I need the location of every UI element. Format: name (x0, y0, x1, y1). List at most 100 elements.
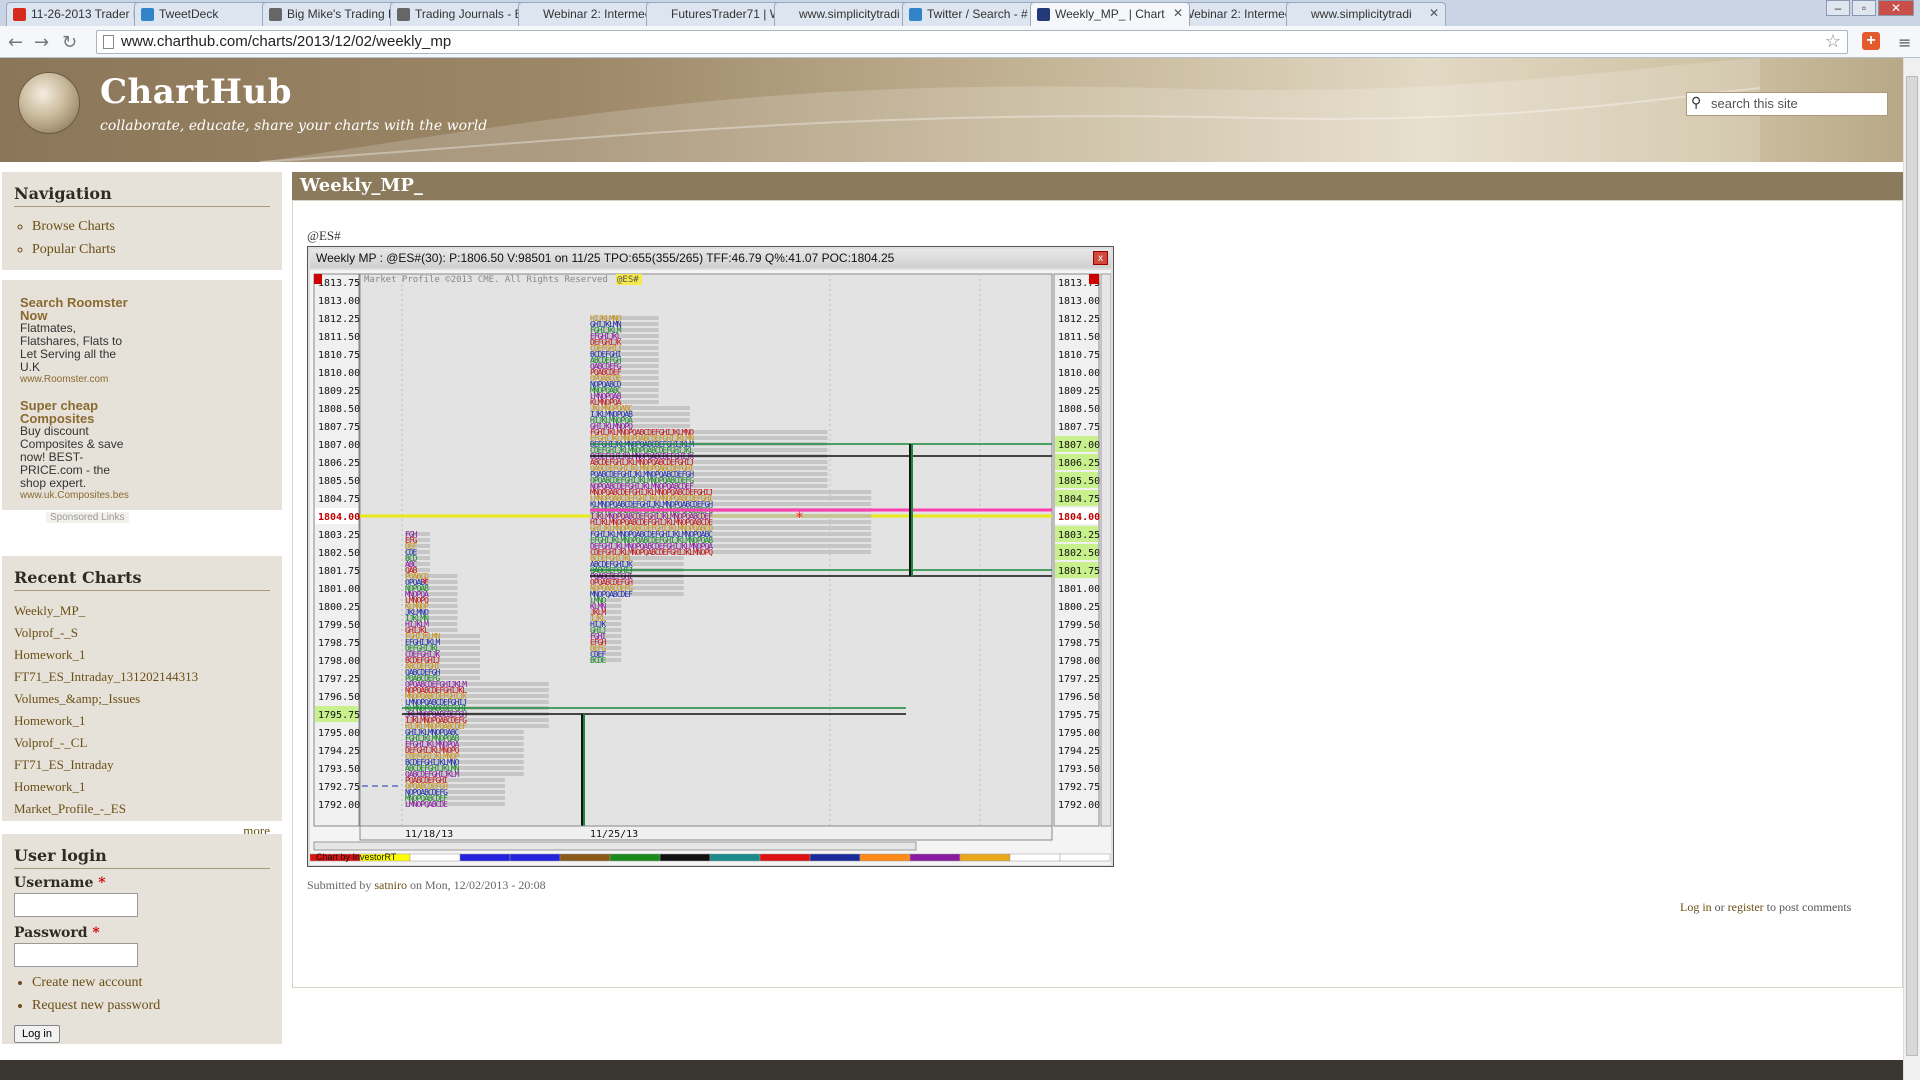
username-field[interactable] (14, 893, 138, 917)
recent-chart-link[interactable]: Market_Profile_-_ES (14, 801, 270, 817)
color-palette-swatch[interactable] (409, 853, 461, 862)
market-profile-chart: 1813.75 1813.751813.00 1813.001812.25 1812.… (310, 270, 1111, 865)
recent-chart-link[interactable]: Volprof_-_S (14, 625, 270, 641)
right-price-tick: 1792.75 (1058, 782, 1100, 793)
request-password-link[interactable]: Request new password (32, 998, 270, 1014)
url-field[interactable]: www.charthub.com/charts/2013/12/02/weekl… (96, 30, 1848, 54)
right-price-tick: 1796.50 (1058, 692, 1100, 703)
recent-chart-link[interactable]: FT71_ES_Intraday (14, 757, 270, 773)
browser-tab[interactable]: www.simplicitytradi ✕ (1286, 2, 1446, 26)
author-link[interactable]: satniro (374, 878, 407, 892)
page-scrollbar[interactable] (1903, 58, 1920, 1080)
site-search-placeholder: search this site (1711, 96, 1798, 111)
close-window-button[interactable]: ✕ (1878, 0, 1914, 16)
login-button[interactable]: Log in (14, 1025, 60, 1043)
color-palette-swatch[interactable] (509, 853, 561, 862)
extension-icon[interactable]: + (1862, 32, 1880, 50)
maximize-button[interactable]: ▫ (1852, 0, 1876, 16)
recent-chart-link[interactable]: Weekly_MP_ (14, 603, 270, 619)
create-account-link[interactable]: Create new account (32, 975, 270, 991)
ad-url[interactable]: www.uk.Composites.bes (20, 490, 264, 501)
tab-close-icon[interactable]: ✕ (1429, 6, 1439, 20)
required-mark: * (92, 925, 100, 941)
date-axis (359, 825, 1053, 841)
ad-title[interactable]: Search Roomster Now (20, 296, 130, 322)
tab-label: Webinar 2: Intermec (1183, 7, 1291, 21)
recent-charts-block: Recent Charts Weekly_MP_ Volprof_-_S Homew… (2, 556, 282, 838)
recent-chart-link[interactable]: Homework_1 (14, 647, 270, 663)
color-palette-swatch[interactable] (859, 853, 911, 862)
color-palette-swatch[interactable] (809, 853, 861, 862)
username-label-text: Username (14, 875, 94, 891)
left-price-tick: 1813.00 (318, 296, 360, 307)
recent-chart-link[interactable]: Volumes_&amp;_Issues (14, 691, 270, 707)
right-price-tick: 1805.50 (1058, 476, 1100, 487)
left-price-tick: 1792.75 (318, 782, 360, 793)
password-field[interactable] (14, 943, 138, 967)
site-name[interactable]: ChartHub (100, 72, 292, 112)
browser-tab[interactable]: Weekly_MP_ | Chart ✕ (1030, 2, 1190, 26)
color-palette-swatch[interactable] (459, 853, 511, 862)
right-price-tick: 1801.75 (1058, 566, 1100, 577)
recent-chart-link[interactable]: Volprof_-_CL (14, 735, 270, 751)
tab-label: TweetDeck (159, 7, 219, 21)
tab-label: Webinar 2: Intermec (543, 7, 651, 21)
right-price-tick: 1807.00 (1058, 440, 1100, 451)
color-palette-swatch[interactable] (609, 853, 661, 862)
username-label: Username * (14, 875, 270, 891)
left-price-tick: 1813.75 (318, 278, 360, 289)
user-login-block: User login Username * Password * Create … (2, 834, 282, 1044)
chart-close-icon[interactable]: x (1093, 251, 1108, 265)
ad-url[interactable]: www.Roomster.com (20, 374, 264, 385)
submitted-suffix: on Mon, 12/02/2013 - 20:08 (410, 878, 546, 892)
tab-close-icon[interactable]: ✕ (1173, 6, 1183, 20)
site-search-input[interactable]: ⚲ search this site (1686, 92, 1888, 116)
tab-favicon-icon (397, 8, 410, 21)
tab-favicon-icon (525, 8, 538, 21)
scrollbar-thumb[interactable] (1906, 76, 1918, 1056)
back-icon[interactable]: ← (8, 32, 23, 53)
minimize-button[interactable]: – (1826, 0, 1850, 16)
chart-vscroll[interactable] (1100, 273, 1111, 827)
left-price-tick: 1798.00 (318, 656, 360, 667)
color-palette-swatch[interactable] (709, 853, 761, 862)
sponsored-links-label[interactable]: Sponsored Links (46, 512, 129, 523)
nav-item-popular-charts[interactable]: Popular Charts (32, 242, 270, 258)
date-axis-label: 11/18/13 (405, 829, 453, 840)
chart-image-window[interactable]: Weekly MP : @ES#(30): P:1806.50 V:98501 … (307, 246, 1114, 867)
color-palette-swatch[interactable] (659, 853, 711, 862)
site-logo-globe[interactable] (18, 72, 80, 134)
bookmark-star-icon[interactable]: ☆ (1825, 31, 1841, 52)
recent-chart-link[interactable]: Homework_1 (14, 713, 270, 729)
tab-favicon-icon (781, 8, 794, 21)
ad-title[interactable]: Super cheap Composites (20, 399, 130, 425)
chart-symbol-tag: @ES# (617, 275, 639, 285)
left-price-tick: 1800.25 (318, 602, 360, 613)
recent-chart-link[interactable]: FT71_ES_Intraday_131202144313 (14, 669, 270, 685)
menu-icon[interactable]: ≡ (1898, 33, 1911, 52)
site-header: ChartHub collaborate, educate, share you… (0, 58, 1903, 162)
chart-hscroll[interactable] (313, 841, 917, 851)
left-price-tick: 1802.50 (318, 548, 360, 559)
color-palette-swatch[interactable] (909, 853, 961, 862)
session2-tpo-row: BCDE (590, 656, 606, 665)
color-palette-swatch[interactable] (959, 853, 1011, 862)
color-palette-swatch[interactable] (759, 853, 811, 862)
chart-symbol-label: @ES# (307, 228, 341, 243)
tab-favicon-icon (1293, 8, 1306, 21)
right-price-tick: 1795.00 (1058, 728, 1100, 739)
right-price-tick: 1795.75 (1058, 710, 1100, 721)
nav-item-browse-charts[interactable]: Browse Charts (32, 219, 270, 235)
recent-chart-link[interactable]: Homework_1 (14, 779, 270, 795)
left-price-tick: 1807.00 (318, 440, 360, 451)
page-footer (0, 1060, 1903, 1080)
login-link[interactable]: Log in (1680, 900, 1712, 914)
forward-icon[interactable]: → (34, 32, 49, 53)
color-palette-swatch[interactable] (559, 853, 611, 862)
color-palette-swatch[interactable] (1059, 853, 1111, 862)
color-palette-swatch[interactable] (1009, 853, 1061, 862)
right-price-tick: 1809.25 (1058, 386, 1100, 397)
reload-icon[interactable]: ↻ (62, 32, 77, 53)
tab-label: Big Mike's Trading F (287, 7, 396, 21)
register-link[interactable]: register (1728, 900, 1764, 914)
